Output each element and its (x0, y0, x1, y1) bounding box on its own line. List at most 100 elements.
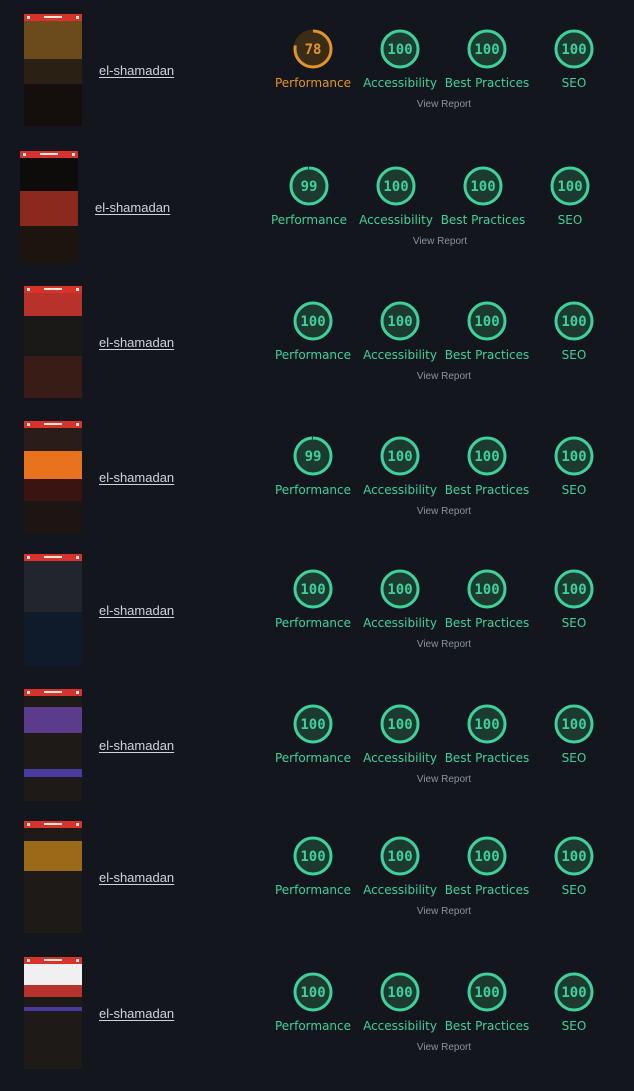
score-value: 100 (383, 179, 408, 195)
site-name-link[interactable]: el-shamadan (99, 603, 174, 618)
best-practices-score-gauge: 100 Best Practices (442, 435, 532, 497)
performance-score-gauge: 100 Performance (268, 703, 358, 765)
score-ring-icon: 100 (554, 29, 594, 69)
site-name-link[interactable]: el-shamadan (99, 1006, 174, 1021)
page-screenshot-thumbnail (24, 421, 82, 533)
score-value: 100 (474, 985, 499, 1001)
score-value: 99 (305, 449, 322, 465)
score-ring-icon: 100 (467, 436, 507, 476)
view-report-link[interactable]: View Report (394, 1042, 494, 1053)
accessibility-label: Accessibility (363, 348, 437, 362)
seo-label: SEO (561, 1019, 587, 1033)
performance-label: Performance (274, 751, 352, 765)
score-value: 100 (387, 449, 412, 465)
score-value: 100 (561, 314, 586, 330)
score-ring-icon: 100 (463, 166, 503, 206)
score-value: 100 (561, 717, 586, 733)
page-screenshot-thumbnail (24, 554, 82, 666)
seo-label: SEO (561, 348, 587, 362)
score-ring-icon: 100 (380, 29, 420, 69)
best-practices-score-gauge: 100 Best Practices (442, 835, 532, 897)
performance-label: Performance (274, 616, 352, 630)
accessibility-score-gauge: 100 Accessibility (355, 300, 445, 362)
best-practices-label: Best Practices (444, 751, 530, 765)
performance-label: Performance (274, 483, 352, 497)
accessibility-score-gauge: 100 Accessibility (355, 435, 445, 497)
view-report-link[interactable]: View Report (394, 639, 494, 650)
best-practices-label: Best Practices (444, 348, 530, 362)
view-report-link[interactable]: View Report (394, 371, 494, 382)
performance-score-gauge: 99 Performance (268, 435, 358, 497)
site-name-link[interactable]: el-shamadan (99, 738, 174, 753)
seo-label: SEO (561, 76, 587, 90)
score-ring-icon: 100 (554, 972, 594, 1012)
site-name-link[interactable]: el-shamadan (99, 335, 174, 350)
view-report-link[interactable]: View Report (394, 906, 494, 917)
site-name-link[interactable]: el-shamadan (95, 200, 170, 215)
score-ring-icon: 100 (380, 704, 420, 744)
seo-label: SEO (561, 883, 587, 897)
seo-score-gauge: 100 SEO (529, 703, 619, 765)
performance-label: Performance (274, 1019, 352, 1033)
score-ring-icon: 100 (554, 301, 594, 341)
score-ring-icon: 100 (467, 836, 507, 876)
score-ring-icon: 100 (293, 972, 333, 1012)
accessibility-score-gauge: 100 Accessibility (351, 165, 441, 227)
site-name-link[interactable]: el-shamadan (99, 870, 174, 885)
score-value: 100 (387, 42, 412, 58)
best-practices-label: Best Practices (444, 616, 530, 630)
seo-score-gauge: 100 SEO (525, 165, 615, 227)
score-ring-icon: 100 (554, 436, 594, 476)
score-ring-icon: 100 (554, 704, 594, 744)
best-practices-label: Best Practices (440, 213, 526, 227)
seo-score-gauge: 100 SEO (529, 568, 619, 630)
report-row: el-shamadan 100 Performance 100 Accessibilit… (0, 821, 634, 955)
score-ring-icon: 100 (380, 836, 420, 876)
score-value: 100 (561, 985, 586, 1001)
page-screenshot-thumbnail (24, 821, 82, 933)
seo-label: SEO (561, 751, 587, 765)
view-report-link[interactable]: View Report (394, 506, 494, 517)
score-value: 100 (474, 42, 499, 58)
report-row: el-shamadan 99 Performance 100 Accessibility… (0, 151, 634, 285)
view-report-link[interactable]: View Report (390, 236, 490, 247)
score-ring-icon: 100 (467, 29, 507, 69)
report-row: el-shamadan 100 Performance 100 Accessibilit… (0, 286, 634, 420)
score-value: 100 (387, 985, 412, 1001)
site-name-link[interactable]: el-shamadan (99, 470, 174, 485)
best-practices-label: Best Practices (444, 883, 530, 897)
score-value: 100 (474, 849, 499, 865)
best-practices-label: Best Practices (444, 483, 530, 497)
view-report-link[interactable]: View Report (394, 99, 494, 110)
score-ring-icon: 100 (550, 166, 590, 206)
accessibility-label: Accessibility (363, 883, 437, 897)
performance-score-gauge: 100 Performance (268, 971, 358, 1033)
score-value: 100 (387, 314, 412, 330)
accessibility-label: Accessibility (363, 751, 437, 765)
score-ring-icon: 100 (467, 569, 507, 609)
score-value: 100 (470, 179, 495, 195)
score-value: 78 (305, 42, 322, 58)
seo-label: SEO (561, 483, 587, 497)
page-screenshot-thumbnail (24, 957, 82, 1069)
accessibility-score-gauge: 100 Accessibility (355, 28, 445, 90)
score-value: 100 (474, 314, 499, 330)
score-ring-icon: 100 (380, 569, 420, 609)
seo-label: SEO (561, 616, 587, 630)
view-report-link[interactable]: View Report (394, 774, 494, 785)
best-practices-label: Best Practices (444, 76, 530, 90)
page-screenshot-thumbnail (24, 286, 82, 398)
report-row: el-shamadan 78 Performance 100 Accessibility… (0, 14, 634, 148)
site-name-link[interactable]: el-shamadan (99, 63, 174, 78)
score-value: 100 (561, 449, 586, 465)
performance-score-gauge: 78 Performance (268, 28, 358, 90)
performance-score-gauge: 100 Performance (268, 568, 358, 630)
score-ring-icon: 100 (467, 972, 507, 1012)
performance-label: Performance (274, 883, 352, 897)
score-ring-icon: 100 (380, 972, 420, 1012)
score-value: 100 (300, 717, 325, 733)
report-row: el-shamadan 100 Performance 100 Accessibilit… (0, 689, 634, 823)
accessibility-label: Accessibility (363, 1019, 437, 1033)
report-row: el-shamadan 99 Performance 100 Accessibility… (0, 421, 634, 555)
page-screenshot-thumbnail (24, 14, 82, 126)
